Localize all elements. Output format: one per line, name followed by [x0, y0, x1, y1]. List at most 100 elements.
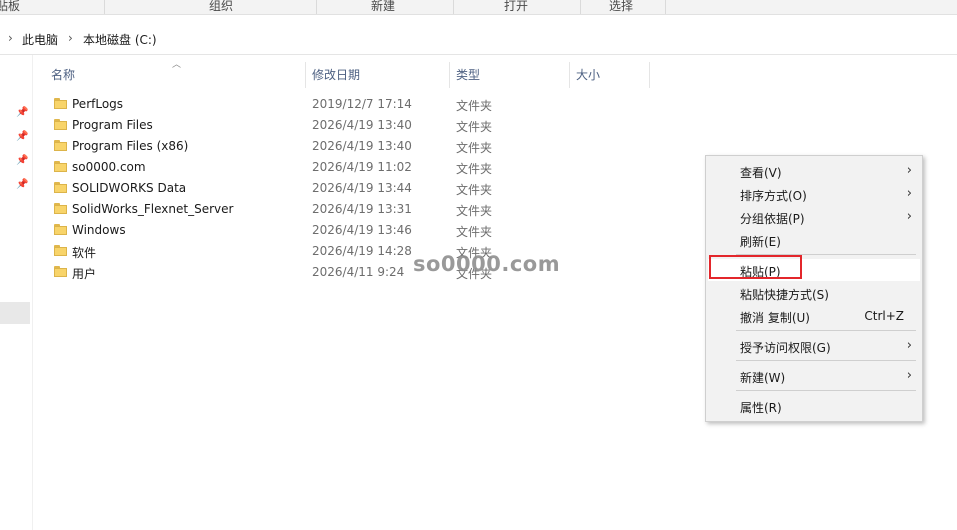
file-name: SolidWorks_Flexnet_Server	[72, 202, 234, 216]
file-date: 2019/12/7 17:14	[312, 97, 412, 111]
file-row[interactable]: Program Files 2026/4/19 13:40 文件夹	[48, 115, 658, 136]
breadcrumb-local-disk[interactable]: 本地磁盘 (C:)	[83, 31, 157, 48]
pin-icon[interactable]: 📌	[16, 155, 28, 167]
ribbon-separator	[580, 0, 581, 14]
column-header-type[interactable]: 类型	[456, 62, 480, 88]
file-row[interactable]: 用户 2026/4/11 9:24 文件夹	[48, 262, 658, 283]
menu-item-label: 属性(R)	[740, 401, 782, 415]
breadcrumb-chevron-icon[interactable]: ›	[8, 31, 13, 45]
file-explorer-window: 贴板 组织 新建 打开 选择 › 此电脑 › 本地磁盘 (C:) 📌 📌 📌 📌…	[0, 0, 957, 530]
context-menu: 查看(V) › 排序方式(O) › 分组依据(P) › 刷新(E) 粘贴(P) …	[705, 155, 923, 422]
chevron-right-icon: ›	[906, 368, 912, 383]
address-bar[interactable]: › 此电脑 › 本地磁盘 (C:)	[0, 22, 957, 55]
menu-item-label: 粘贴快捷方式(S)	[740, 288, 829, 302]
file-name: Windows	[72, 223, 126, 237]
ribbon-group-select: 选择	[609, 0, 634, 13]
file-name: Program Files (x86)	[72, 139, 189, 153]
ribbon-separator	[453, 0, 454, 14]
column-separator[interactable]	[649, 62, 650, 88]
file-date: 2026/4/19 13:31	[312, 202, 412, 216]
folder-icon	[54, 161, 67, 172]
chevron-right-icon: ›	[906, 209, 912, 224]
navigation-pane: 📌 📌 📌 📌	[0, 55, 33, 530]
file-name: SOLIDWORKS Data	[72, 181, 187, 195]
sort-ascending-icon: ︿	[172, 60, 182, 70]
file-date: 2026/4/19 14:28	[312, 244, 412, 258]
file-date: 2026/4/19 13:40	[312, 139, 412, 153]
file-row[interactable]: PerfLogs 2019/12/7 17:14 文件夹	[48, 94, 658, 115]
menu-item-give-access[interactable]: 授予访问权限(G) ›	[708, 335, 920, 357]
file-row[interactable]: Windows 2026/4/19 13:46 文件夹	[48, 220, 658, 241]
column-header-name[interactable]: 名称	[51, 62, 75, 88]
column-separator[interactable]	[305, 62, 306, 88]
menu-item-label: 分组依据(P)	[740, 212, 805, 226]
folder-icon	[54, 182, 67, 193]
column-header-date[interactable]: 修改日期	[312, 62, 360, 88]
menu-item-label: 授予访问权限(G)	[740, 341, 831, 355]
folder-icon	[54, 245, 67, 256]
breadcrumb-chevron-icon[interactable]: ›	[68, 31, 73, 45]
file-type: 文件夹	[456, 225, 493, 239]
file-name: 用户	[72, 267, 97, 281]
chevron-right-icon: ›	[906, 186, 912, 201]
chevron-right-icon: ›	[906, 163, 912, 178]
file-date: 2026/4/11 9:24	[312, 265, 405, 279]
file-row[interactable]: Program Files (x86) 2026/4/19 13:40 文件夹	[48, 136, 658, 157]
ribbon-separator	[104, 0, 105, 14]
file-date: 2026/4/19 13:40	[312, 118, 412, 132]
menu-item-label: 查看(V)	[740, 166, 782, 180]
folder-icon	[54, 224, 67, 235]
menu-item-group-by[interactable]: 分组依据(P) ›	[708, 206, 920, 228]
menu-separator	[736, 360, 916, 361]
menu-item-label: 撤消 复制(U)	[740, 311, 810, 325]
pin-icon[interactable]: 📌	[16, 179, 28, 191]
menu-item-label: 新建(W)	[740, 371, 786, 385]
folder-icon	[54, 140, 67, 151]
file-type: 文件夹	[456, 183, 493, 197]
menu-item-undo-copy[interactable]: 撤消 复制(U) Ctrl+Z	[708, 305, 920, 327]
menu-item-label: 刷新(E)	[740, 235, 781, 249]
menu-item-paste-shortcut[interactable]: 粘贴快捷方式(S)	[708, 282, 920, 304]
menu-item-view[interactable]: 查看(V) ›	[708, 160, 920, 182]
nav-selected-item[interactable]	[0, 302, 30, 324]
file-type: 文件夹	[456, 162, 493, 176]
menu-item-refresh[interactable]: 刷新(E)	[708, 229, 920, 251]
file-row[interactable]: 软件 2026/4/19 14:28 文件夹	[48, 241, 658, 262]
menu-item-shortcut: Ctrl+Z	[864, 309, 904, 323]
column-separator[interactable]	[449, 62, 450, 88]
file-date: 2026/4/19 11:02	[312, 160, 412, 174]
file-row[interactable]: SOLIDWORKS Data 2026/4/19 13:44 文件夹	[48, 178, 658, 199]
file-type: 文件夹	[456, 204, 493, 218]
folder-icon	[54, 266, 67, 277]
menu-item-new[interactable]: 新建(W) ›	[708, 365, 920, 387]
ribbon-separator	[665, 0, 666, 14]
pin-icon[interactable]: 📌	[16, 107, 28, 119]
ribbon-separator	[316, 0, 317, 14]
file-row[interactable]: SolidWorks_Flexnet_Server 2026/4/19 13:3…	[48, 199, 658, 220]
menu-separator	[736, 330, 916, 331]
folder-icon	[54, 98, 67, 109]
file-date: 2026/4/19 13:44	[312, 181, 412, 195]
folder-icon	[54, 119, 67, 130]
file-name: so0000.com	[72, 160, 146, 174]
paste-highlight-box	[709, 255, 802, 279]
menu-item-properties[interactable]: 属性(R)	[708, 395, 920, 417]
chevron-right-icon: ›	[906, 338, 912, 353]
column-separator[interactable]	[569, 62, 570, 88]
folder-icon	[54, 203, 67, 214]
file-type: 文件夹	[456, 99, 493, 113]
watermark-text: so0000.com	[413, 252, 561, 276]
column-header-size[interactable]: 大小	[576, 62, 600, 88]
file-date: 2026/4/19 13:46	[312, 223, 412, 237]
file-name: 软件	[72, 246, 97, 260]
ribbon-group-clipboard: 贴板	[0, 0, 21, 13]
pin-icon[interactable]: 📌	[16, 131, 28, 143]
menu-item-sort-by[interactable]: 排序方式(O) ›	[708, 183, 920, 205]
file-row[interactable]: so0000.com 2026/4/19 11:02 文件夹	[48, 157, 658, 178]
breadcrumb-this-pc[interactable]: 此电脑	[22, 31, 58, 48]
file-name: PerfLogs	[72, 97, 124, 111]
menu-separator	[736, 390, 916, 391]
file-type: 文件夹	[456, 141, 493, 155]
ribbon-group-open: 打开	[504, 0, 529, 13]
ribbon-group-new: 新建	[371, 0, 396, 13]
